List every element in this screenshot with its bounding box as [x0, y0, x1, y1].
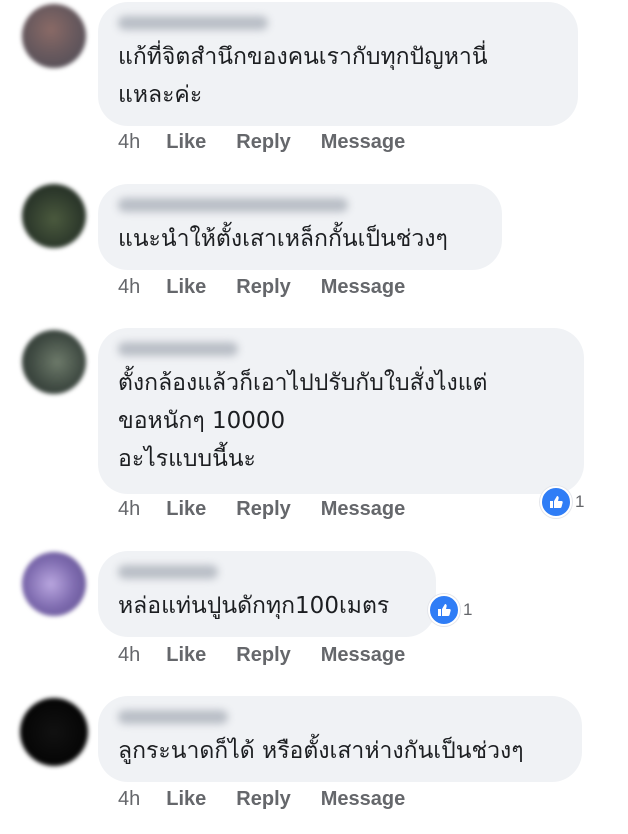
- commenter-name[interactable]: [118, 16, 268, 30]
- thumbs-up-icon: [540, 486, 572, 518]
- commenter-name[interactable]: [118, 342, 238, 356]
- comment-time[interactable]: 4h: [118, 644, 140, 667]
- comment-text-line: หล่อแท่นปูนดักทุก100เมตร: [118, 593, 390, 619]
- comment-text-line: แก้ที่จิตสำนึกของคนเรากับทุกปัญหานี่: [118, 44, 488, 70]
- avatar[interactable]: [22, 552, 86, 616]
- reply-button[interactable]: Reply: [236, 276, 290, 299]
- reaction-count[interactable]: 1: [540, 486, 584, 518]
- like-button[interactable]: Like: [166, 788, 206, 811]
- comment-text-line: ลูกระนาดก็ได้ หรือตั้งเสาห่างกันเป็นช่วง…: [118, 738, 524, 764]
- comment-time[interactable]: 4h: [118, 276, 140, 299]
- comment-text-line: ขอหนักๆ 10000: [118, 408, 286, 434]
- like-button[interactable]: Like: [166, 276, 206, 299]
- comment-actions: 4h Like Reply Message: [118, 498, 435, 521]
- comment-text-line: ตั้งกล้องแล้วก็เอาไปปรับกับใบสั่งไงแต่: [118, 370, 488, 396]
- message-button[interactable]: Message: [321, 788, 406, 811]
- comment-bubble: แก้ที่จิตสำนึกของคนเรากับทุกปัญหานี่ แหล…: [98, 2, 578, 126]
- comment-bubble: ลูกระนาดก็ได้ หรือตั้งเสาห่างกันเป็นช่วง…: [98, 696, 582, 782]
- comment-bubble: แนะนำให้ตั้งเสาเหล็กกั้นเป็นช่วงๆ: [98, 184, 502, 270]
- reply-button[interactable]: Reply: [236, 644, 290, 667]
- reaction-number: 1: [575, 492, 585, 511]
- comment-time[interactable]: 4h: [118, 788, 140, 811]
- comment-actions: 4h Like Reply Message: [118, 276, 435, 299]
- avatar[interactable]: [22, 184, 86, 248]
- commenter-name[interactable]: [118, 565, 218, 579]
- commenter-name[interactable]: [118, 198, 348, 212]
- comment-bubble: ตั้งกล้องแล้วก็เอาไปปรับกับใบสั่งไงแต่ ข…: [98, 328, 584, 494]
- message-button[interactable]: Message: [321, 131, 406, 154]
- comment-text-line: แหละค่ะ: [118, 82, 203, 108]
- avatar[interactable]: [22, 330, 86, 394]
- comment-time[interactable]: 4h: [118, 131, 140, 154]
- reaction-number: 1: [463, 600, 473, 619]
- avatar[interactable]: [22, 4, 86, 68]
- comment-actions: 4h Like Reply Message: [118, 644, 435, 667]
- comment-bubble: หล่อแท่นปูนดักทุก100เมตร: [98, 551, 436, 637]
- like-button[interactable]: Like: [166, 131, 206, 154]
- message-button[interactable]: Message: [321, 276, 406, 299]
- comment-actions: 4h Like Reply Message: [118, 131, 435, 154]
- like-button[interactable]: Like: [166, 498, 206, 521]
- reply-button[interactable]: Reply: [236, 131, 290, 154]
- comment-time[interactable]: 4h: [118, 498, 140, 521]
- comment-text-line: อะไรแบบนี้นะ: [118, 446, 256, 472]
- avatar[interactable]: [20, 698, 88, 766]
- commenter-name[interactable]: [118, 710, 228, 724]
- comment-actions: 4h Like Reply Message: [118, 788, 435, 811]
- reply-button[interactable]: Reply: [236, 498, 290, 521]
- reaction-count[interactable]: 1: [428, 594, 472, 626]
- reply-button[interactable]: Reply: [236, 788, 290, 811]
- comment-text-line: แนะนำให้ตั้งเสาเหล็กกั้นเป็นช่วงๆ: [118, 226, 448, 252]
- like-button[interactable]: Like: [166, 644, 206, 667]
- message-button[interactable]: Message: [321, 498, 406, 521]
- message-button[interactable]: Message: [321, 644, 406, 667]
- thumbs-up-icon: [428, 594, 460, 626]
